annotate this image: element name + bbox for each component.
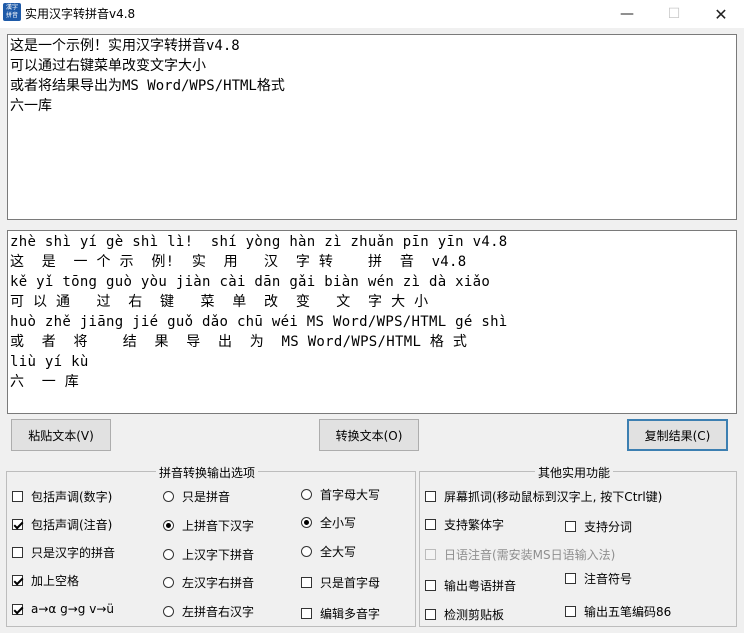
app-icon: 漢字 拼音 (3, 3, 21, 21)
traditional-label: 支持繁体字 (444, 518, 505, 532)
close-button[interactable]: ✕ (698, 0, 744, 28)
window-title: 实用汉字转拼音v4.8 (25, 7, 136, 21)
cantonese-checkbox[interactable] (425, 580, 436, 591)
add-spaces-label: 加上空格 (31, 574, 80, 588)
edit-polyphones-option[interactable]: 编辑多音字 (301, 605, 380, 622)
tone-digits-option[interactable]: 包括声调(数字) (12, 488, 112, 505)
initial-only-option[interactable]: 只是首字母 (301, 574, 380, 591)
source-text-input[interactable]: 这是一个示例！实用汉字转拼音v4.8 可以通过右键菜单改变文字大小或者将结果导出为… (7, 34, 737, 220)
input-line: 可以通过右键菜单改变文字大小 (10, 58, 206, 74)
radio-circle[interactable] (301, 489, 312, 500)
zhuyin-option[interactable]: 注音符号 (565, 570, 632, 587)
add-spaces-checkbox[interactable] (12, 575, 23, 586)
input-line: 或者将结果导出为MS Word/WPS/HTML格式 (10, 78, 285, 94)
case-radio-capitalize[interactable]: 首字母大写 (301, 486, 380, 503)
initial-only-label: 只是首字母 (320, 576, 381, 590)
layout-radio-hanzi-left[interactable]: 左汉字右拼音 (163, 574, 254, 591)
radio-label: 上汉字下拼音 (182, 548, 255, 562)
input-line: 六一库 (10, 98, 52, 114)
output-line: 可 以 通 过 右 键 菜 单 改 变 文 字 大 小 (10, 294, 429, 310)
tone-digits-checkbox[interactable] (12, 491, 23, 502)
radio-label: 上拼音下汉字 (182, 519, 255, 533)
radio-circle[interactable] (301, 546, 312, 557)
word-segmentation-label: 支持分词 (584, 520, 633, 534)
letter-map-option[interactable]: a→α g→g v→ü (12, 602, 114, 616)
tone-marks-checkbox[interactable] (12, 519, 23, 530)
other-tools-title: 其他实用功能 (535, 464, 614, 481)
edit-polyphones-label: 编辑多音字 (320, 607, 381, 621)
cantonese-label: 输出粤语拼音 (444, 579, 517, 593)
zhuyin-checkbox[interactable] (565, 573, 576, 584)
clipboard-monitor-checkbox[interactable] (425, 609, 436, 620)
radio-label: 只是拼音 (182, 490, 231, 504)
only-hanzi-pinyin-checkbox[interactable] (12, 547, 23, 558)
output-line: 六 一 库 (10, 374, 80, 390)
clipboard-monitor-label: 检测剪贴板 (444, 608, 505, 622)
radio-circle[interactable] (163, 491, 174, 502)
letter-map-label: a→α g→g v→ü (31, 602, 114, 616)
pinyin-result-output[interactable]: zhè shì yí gè shì lì! shí yòng hàn zì zh… (7, 230, 737, 414)
radio-label: 左汉字右拼音 (182, 576, 255, 590)
output-line: kě yǐ tōng guò yòu jiàn cài dān gǎi biàn… (10, 274, 491, 290)
add-spaces-option[interactable]: 加上空格 (12, 572, 79, 589)
tone-digits-label: 包括声调(数字) (31, 490, 113, 504)
radio-circle[interactable] (163, 520, 174, 531)
edit-polyphones-checkbox[interactable] (301, 608, 312, 619)
output-line: zhè shì yí gè shì lì! shí yòng hàn zì zh… (10, 234, 508, 250)
radio-label: 全小写 (320, 516, 357, 530)
case-radio-lowercase[interactable]: 全小写 (301, 514, 356, 531)
output-line: 这 是 一 个 示 例! 实 用 汉 字 转 拼 音 v4.8 (10, 254, 467, 270)
japanese-option: 日语注音(需安装MS日语输入法) (425, 546, 615, 563)
convert-text-button[interactable]: 转换文本(O) (319, 419, 419, 451)
layout-radio-pinyin-left[interactable]: 左拼音右汉字 (163, 603, 254, 620)
word-segmentation-checkbox[interactable] (565, 521, 576, 532)
zhuyin-label: 注音符号 (584, 572, 633, 586)
paste-text-button[interactable]: 粘贴文本(V) (11, 419, 111, 451)
copy-result-button[interactable]: 复制结果(C) (627, 419, 728, 451)
layout-radio-hanzi-above[interactable]: 上汉字下拼音 (163, 546, 254, 563)
screen-capture-option[interactable]: 屏幕抓词(移动鼠标到汉字上, 按下Ctrl键) (425, 488, 662, 505)
radio-circle[interactable] (301, 517, 312, 528)
traditional-checkbox[interactable] (425, 519, 436, 530)
other-tools-group: 其他实用功能 屏幕抓词(移动鼠标到汉字上, 按下Ctrl键) 支持繁体字 支持分… (419, 464, 737, 627)
radio-label: 左拼音右汉字 (182, 605, 255, 619)
layout-radio-pinyin-only[interactable]: 只是拼音 (163, 488, 230, 505)
pinyin-options-title: 拼音转换输出选项 (156, 464, 259, 481)
wubi-label: 输出五笔编码86 (584, 605, 672, 619)
case-radio-uppercase[interactable]: 全大写 (301, 543, 356, 560)
pinyin-options-group: 拼音转换输出选项 包括声调(数字) 包括声调(注音) 只是汉字的拼音 加上空格 … (6, 464, 416, 627)
screen-capture-checkbox[interactable] (425, 491, 436, 502)
input-line: 这是一个示例！实用汉字转拼音v4.8 (10, 38, 240, 54)
screen-capture-label: 屏幕抓词(移动鼠标到汉字上, 按下Ctrl键) (444, 490, 663, 504)
clipboard-monitor-option[interactable]: 检测剪贴板 (425, 606, 504, 623)
radio-label: 首字母大写 (320, 488, 381, 502)
japanese-label: 日语注音(需安装MS日语输入法) (444, 548, 616, 562)
output-line: huò zhě jiāng jié guǒ dǎo chū wéi MS Wor… (10, 314, 508, 330)
letter-map-checkbox[interactable] (12, 603, 23, 615)
initial-only-checkbox[interactable] (301, 577, 312, 588)
radio-circle[interactable] (163, 606, 174, 617)
minimize-button[interactable]: — (604, 0, 650, 28)
output-line: 或 者 将 结 果 导 出 为 MS Word/WPS/HTML 格 式 (10, 334, 468, 350)
radio-label: 全大写 (320, 545, 357, 559)
traditional-option[interactable]: 支持繁体字 (425, 516, 504, 533)
wubi-checkbox[interactable] (565, 606, 576, 617)
japanese-checkbox (425, 549, 436, 560)
word-segmentation-option[interactable]: 支持分词 (565, 518, 632, 535)
only-hanzi-pinyin-option[interactable]: 只是汉字的拼音 (12, 544, 115, 561)
radio-circle[interactable] (163, 577, 174, 588)
maximize-button[interactable]: ☐ (651, 0, 697, 28)
cantonese-option[interactable]: 输出粤语拼音 (425, 577, 516, 594)
output-line: liù yí kù (10, 354, 89, 370)
tone-marks-label: 包括声调(注音) (31, 518, 113, 532)
layout-radio-pinyin-above[interactable]: 上拼音下汉字 (163, 517, 254, 534)
title-bar: 漢字 拼音 实用汉字转拼音v4.8 — ☐ ✕ (0, 0, 744, 28)
only-hanzi-pinyin-label: 只是汉字的拼音 (31, 546, 116, 560)
tone-marks-option[interactable]: 包括声调(注音) (12, 516, 112, 533)
wubi-option[interactable]: 输出五笔编码86 (565, 603, 671, 620)
radio-circle[interactable] (163, 549, 174, 560)
